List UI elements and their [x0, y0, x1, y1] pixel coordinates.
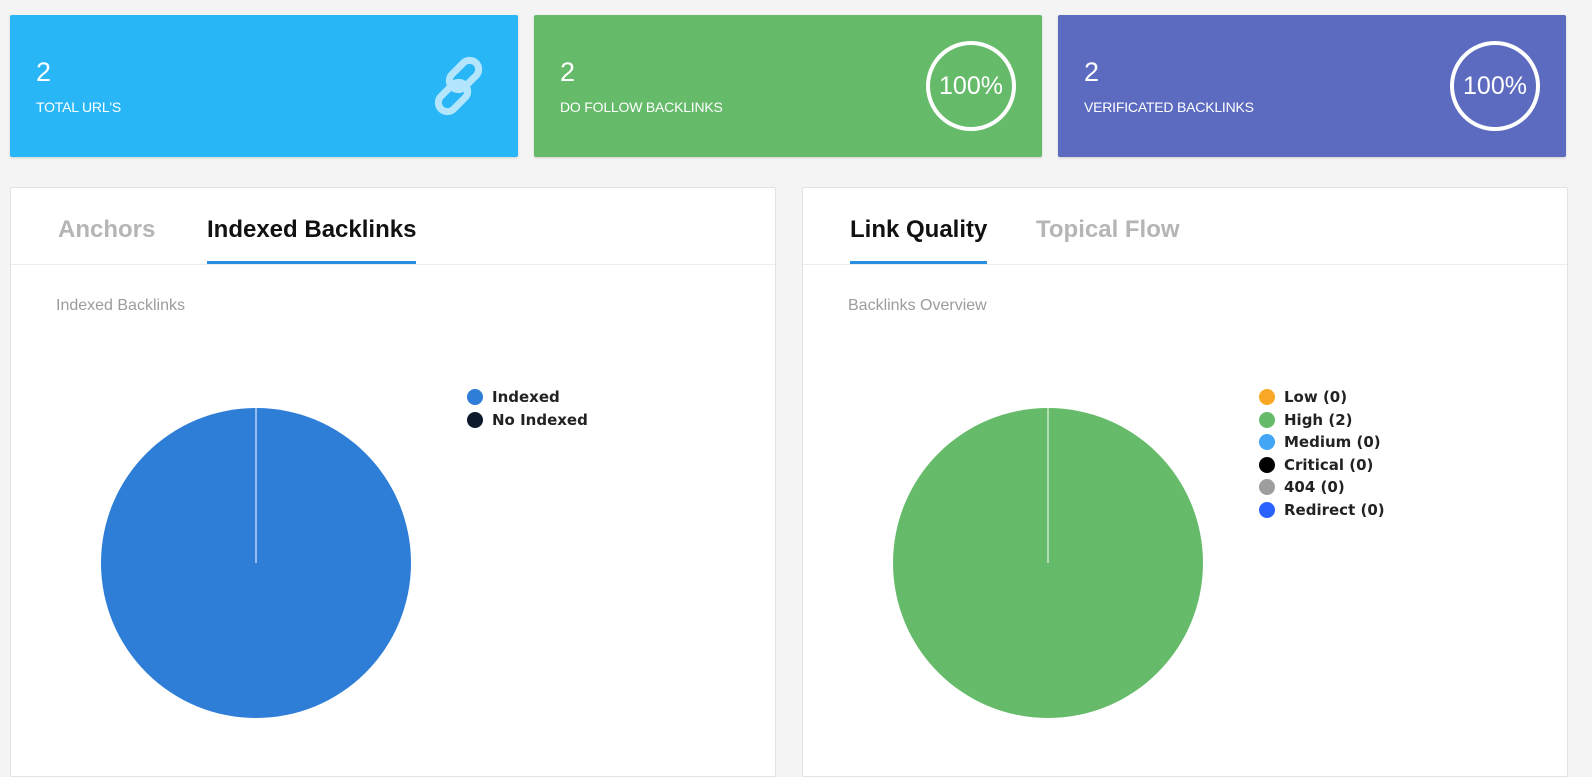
indexed-pie-chart — [101, 408, 411, 718]
tab-anchors[interactable]: Anchors — [58, 216, 155, 264]
percent-ring: 100% — [926, 41, 1016, 131]
percent-value: 100% — [939, 71, 1003, 100]
legend-swatch — [1259, 501, 1275, 518]
stat-value: 2 — [1084, 57, 1100, 87]
legend-label: Indexed — [492, 388, 560, 407]
stat-card-verificated[interactable]: 2 VERIFICATED BACKLINKS 100% — [1058, 15, 1566, 157]
legend-item[interactable]: High (2) — [1259, 409, 1385, 432]
tab-active-indicator — [207, 261, 417, 264]
indexed-backlinks-panel: Anchors Indexed Backlinks Indexed Backli… — [10, 187, 776, 777]
tab-label: Anchors — [58, 216, 156, 243]
legend-label: Critical (0) — [1284, 455, 1374, 474]
stat-label: DO FOLLOW BACKLINKS — [560, 99, 723, 115]
tab-link-quality[interactable]: Link Quality — [850, 216, 988, 264]
link-icon — [434, 56, 483, 116]
legend-item[interactable]: Redirect (0) — [1259, 499, 1385, 522]
legend-label: Low (0) — [1284, 388, 1348, 407]
pie-legend: Indexed No Indexed — [467, 386, 588, 431]
chart-subtitle: Backlinks Overview — [848, 297, 987, 314]
tab-label: Topical Flow — [1036, 216, 1180, 243]
legend-swatch — [1259, 389, 1275, 406]
panel-tabs: Anchors Indexed Backlinks — [11, 188, 775, 265]
panel-tabs: Link Quality Topical Flow — [803, 188, 1567, 265]
percent-value: 100% — [1463, 71, 1527, 100]
legend-item[interactable]: Critical (0) — [1259, 454, 1385, 477]
legend-item[interactable]: No Indexed — [467, 409, 588, 432]
legend-item[interactable]: Indexed — [467, 386, 588, 409]
link-quality-panel: Link Quality Topical Flow Backlinks Over… — [802, 187, 1568, 777]
legend-swatch — [467, 411, 483, 428]
stat-card-do-follow[interactable]: 2 DO FOLLOW BACKLINKS 100% — [534, 15, 1042, 157]
legend-item[interactable]: Medium (0) — [1259, 431, 1385, 454]
legend-item[interactable]: 404 (0) — [1259, 476, 1385, 499]
legend-swatch — [1259, 411, 1275, 428]
percent-ring: 100% — [1450, 41, 1540, 131]
stat-value: 2 — [560, 57, 576, 87]
legend-label: Redirect (0) — [1284, 500, 1385, 519]
legend-label: 404 (0) — [1284, 478, 1345, 497]
stats-row: 2 TOTAL URL'S 2 DO FOLLOW BACKLINKS 100%… — [10, 15, 1578, 157]
legend-swatch — [1259, 434, 1275, 451]
tab-topical-flow[interactable]: Topical Flow — [1036, 216, 1180, 264]
stat-label: VERIFICATED BACKLINKS — [1084, 99, 1254, 115]
stat-label: TOTAL URL'S — [36, 99, 122, 115]
legend-item[interactable]: Low (0) — [1259, 386, 1385, 409]
legend-swatch — [1259, 456, 1275, 473]
legend-swatch — [467, 389, 483, 406]
pie-legend: Low (0) High (2) Medium (0) Critical (0) 404… — [1259, 386, 1385, 521]
chart-subtitle: Indexed Backlinks — [56, 297, 185, 314]
tab-label: Link Quality — [850, 216, 988, 243]
tab-label: Indexed Backlinks — [207, 216, 417, 243]
legend-label: High (2) — [1284, 410, 1353, 429]
backlinks-overview-pie-chart — [893, 408, 1203, 718]
stat-card-total-urls[interactable]: 2 TOTAL URL'S — [10, 15, 518, 157]
tab-active-indicator — [850, 261, 988, 264]
stat-value: 2 — [36, 57, 52, 87]
legend-label: Medium (0) — [1284, 433, 1381, 452]
tab-indexed-backlinks[interactable]: Indexed Backlinks — [207, 216, 417, 264]
legend-label: No Indexed — [492, 410, 588, 429]
legend-swatch — [1259, 479, 1275, 496]
